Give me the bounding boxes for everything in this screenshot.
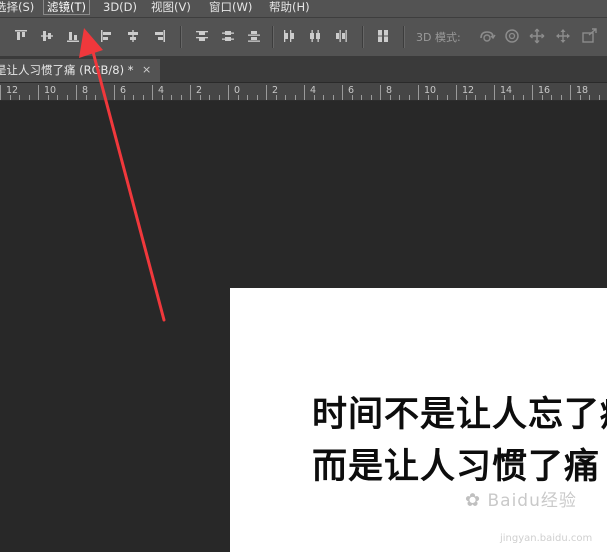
document-canvas[interactable]: 时间不是让人忘了痛 而是让人习惯了痛: [230, 288, 607, 552]
horizontal-ruler[interactable]: 12 10 8 6 4 2 0 2 4 6 8 10 12 14 16 18: [0, 83, 607, 101]
toolbar-separator: [180, 26, 182, 48]
menu-view[interactable]: 视图(V): [148, 0, 194, 14]
align-vertical-centers-icon[interactable]: [40, 29, 54, 43]
align-horizontal-centers-icon[interactable]: [126, 29, 140, 43]
3d-rotate-icon[interactable]: [478, 28, 496, 44]
watermark-url: jingyan.baidu.com: [500, 533, 593, 544]
ruler-label: 12: [462, 85, 475, 96]
distribute-vertical-centers-icon[interactable]: [221, 29, 235, 43]
ruler-label: 18: [576, 85, 589, 96]
ruler-label: 6: [348, 85, 355, 96]
paw-icon: ✿: [465, 490, 482, 511]
auto-align-layers-icon[interactable]: [376, 29, 390, 43]
3d-slide-icon[interactable]: [555, 28, 571, 44]
document-tab-bar: 是让人习惯了痛 (RGB/8) * ×: [0, 57, 607, 83]
distribute-left-icon[interactable]: [282, 29, 296, 43]
ruler-label: 4: [158, 85, 165, 96]
ruler-label: 14: [500, 85, 513, 96]
distribute-horizontal-centers-icon[interactable]: [308, 29, 322, 43]
ruler-label: 8: [386, 85, 393, 96]
menu-bar: 选择(S) 滤镜(T) 3D(D) 视图(V) 窗口(W) 帮助(H): [0, 0, 607, 18]
ruler-label: 8: [82, 85, 89, 96]
align-left-edges-icon[interactable]: [100, 29, 114, 43]
distribute-right-icon[interactable]: [334, 29, 348, 43]
menu-select[interactable]: 选择(S): [0, 0, 37, 14]
document-tab-title[interactable]: 是让人习惯了痛 (RGB/8) *: [0, 59, 134, 81]
ruler-label: 4: [310, 85, 317, 96]
baidu-watermark: ✿ Baidu经验: [465, 486, 577, 511]
toolbar-separator: [403, 26, 405, 48]
toolbar-separator: [362, 26, 364, 48]
3d-scale-icon[interactable]: [580, 28, 598, 44]
ruler-label: 6: [120, 85, 127, 96]
3d-roll-icon[interactable]: [504, 28, 520, 44]
close-icon[interactable]: ×: [142, 59, 151, 81]
align-bottom-edges-icon[interactable]: [66, 29, 80, 43]
ruler-label: 16: [538, 85, 551, 96]
text-layer-line-2[interactable]: 而是让人习惯了痛: [312, 438, 600, 489]
align-right-edges-icon[interactable]: [152, 29, 166, 43]
ruler-ticks: [0, 85, 600, 100]
ruler-label: 2: [196, 85, 203, 96]
ruler-label: 10: [44, 85, 57, 96]
ruler-label: 12: [6, 85, 19, 96]
menu-help[interactable]: 帮助(H): [266, 0, 313, 14]
distribute-top-icon[interactable]: [195, 29, 209, 43]
ruler-label: 0: [234, 85, 241, 96]
3d-drag-icon[interactable]: [529, 28, 545, 44]
menu-filter[interactable]: 滤镜(T): [43, 0, 90, 15]
ruler-label: 10: [424, 85, 437, 96]
distribute-bottom-icon[interactable]: [247, 29, 261, 43]
text-layer-line-1[interactable]: 时间不是让人忘了痛: [312, 386, 607, 437]
watermark-text: Baidu经验: [487, 491, 577, 511]
document-tab[interactable]: 是让人习惯了痛 (RGB/8) * ×: [0, 59, 160, 82]
align-top-edges-icon[interactable]: [14, 29, 28, 43]
3d-mode-label: 3D 模式:: [416, 31, 461, 44]
menu-window[interactable]: 窗口(W): [206, 0, 255, 14]
options-bar: 3D 模式:: [0, 18, 607, 57]
menu-3d[interactable]: 3D(D): [100, 0, 140, 14]
ruler-label: 2: [272, 85, 279, 96]
toolbar-separator: [272, 26, 274, 48]
